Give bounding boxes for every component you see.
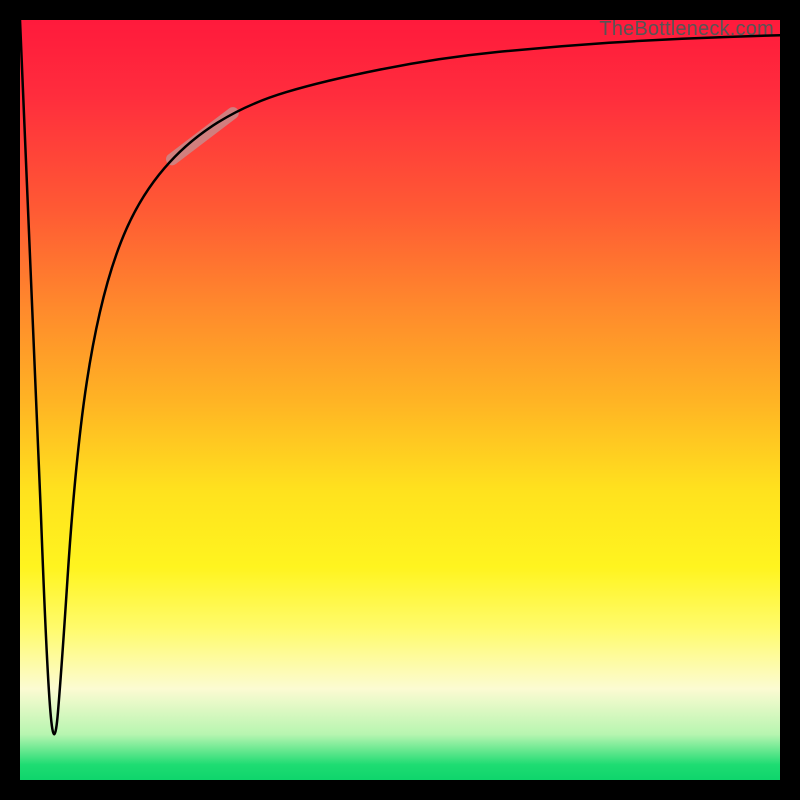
curve-svg xyxy=(20,20,780,780)
plot-area: TheBottleneck.com xyxy=(20,20,780,780)
chart-frame: TheBottleneck.com xyxy=(0,0,800,800)
bottleneck-curve xyxy=(20,20,780,734)
